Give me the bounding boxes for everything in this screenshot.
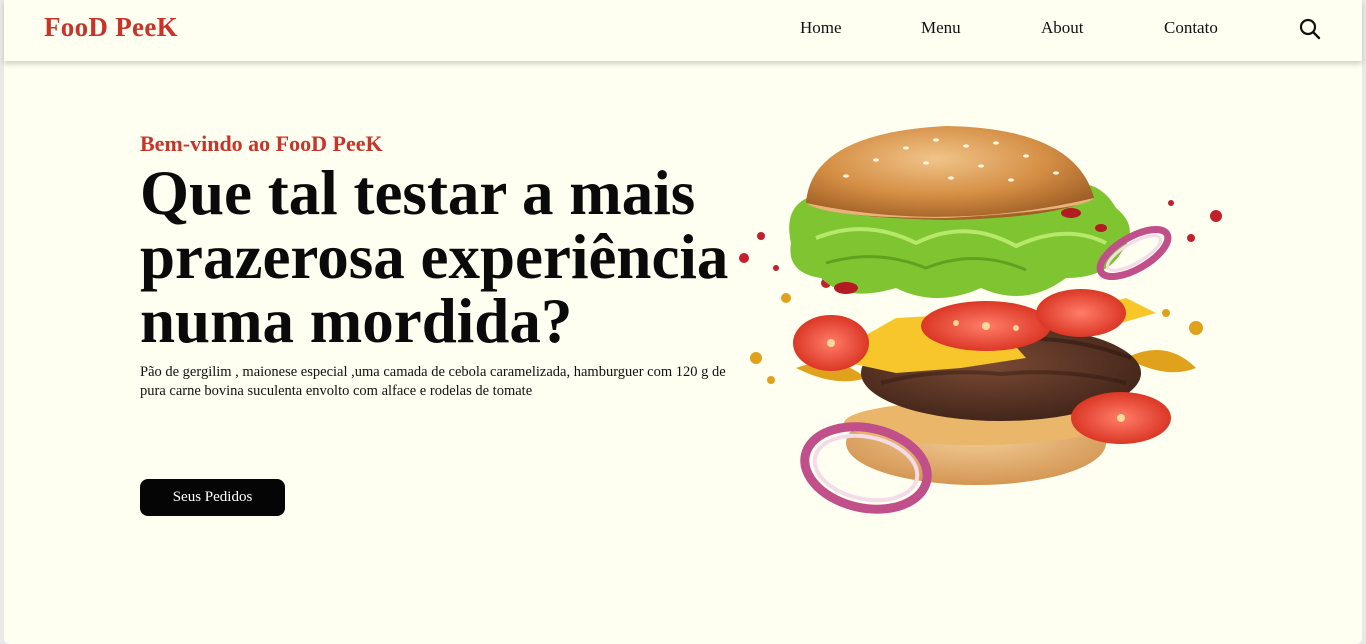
- logo-part-d: D: [88, 12, 109, 42]
- top-navbar: FooD PeeK Home Menu About Contato: [4, 0, 1362, 61]
- flying-burger-image: [726, 118, 1236, 528]
- logo-part-pee: Pee: [108, 12, 157, 42]
- orders-button[interactable]: Seus Pedidos: [140, 479, 285, 516]
- page: FooD PeeK Home Menu About Contato Bem-vi…: [4, 0, 1362, 644]
- hero-description: Pão de gergilim , maionese especial ,uma…: [140, 364, 726, 399]
- nav-contato[interactable]: Contato: [1164, 18, 1218, 38]
- welcome-heading: Bem-vindo ao FooD PeeK: [140, 131, 383, 156]
- logo-part-foo: Foo: [44, 12, 89, 42]
- hero-text: Bem-vindo ao FooD PeeK Que tal testar a …: [140, 131, 750, 401]
- nav-about[interactable]: About: [1041, 18, 1084, 38]
- logo-part-k: K: [156, 12, 178, 42]
- nav-home[interactable]: Home: [800, 18, 842, 38]
- hero-headline: Que tal testar a mais prazerosa experiên…: [140, 158, 729, 356]
- search-icon[interactable]: [1298, 17, 1322, 41]
- nav-menu[interactable]: Menu: [921, 18, 961, 38]
- brand-logo[interactable]: FooD PeeK: [44, 12, 178, 43]
